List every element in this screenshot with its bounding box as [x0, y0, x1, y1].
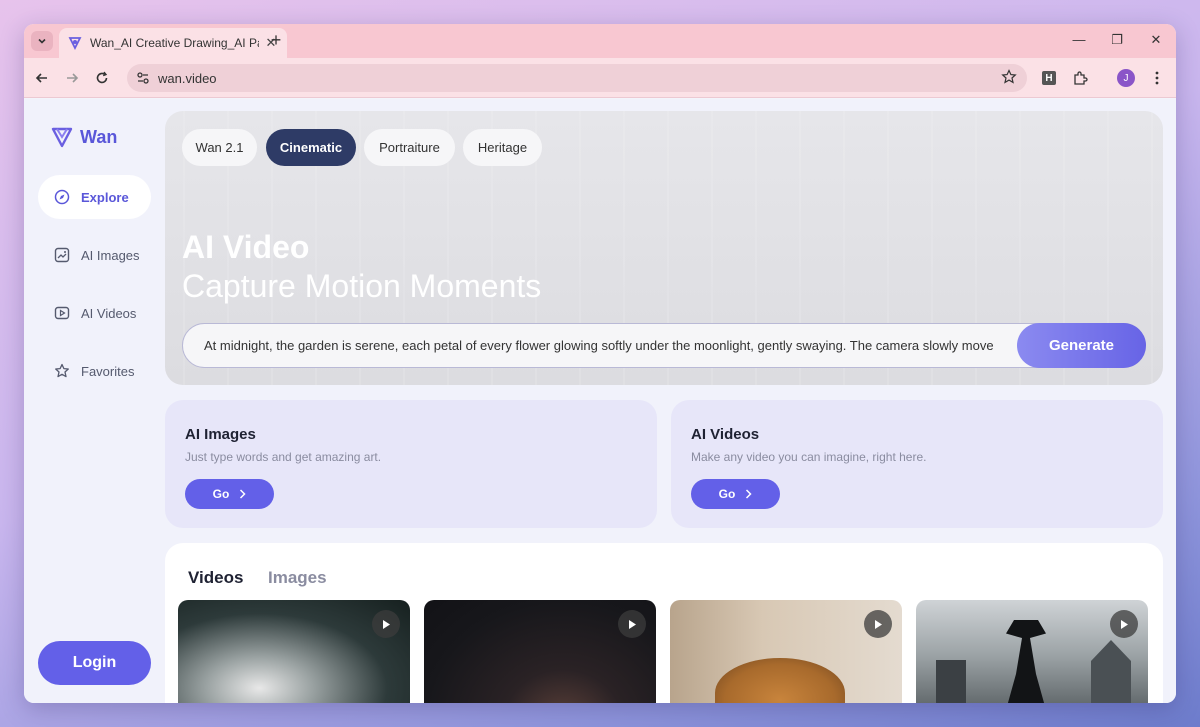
forward-button[interactable] — [62, 68, 82, 88]
avatar: J — [1117, 69, 1135, 87]
ai-videos-go-button[interactable]: Go — [691, 479, 780, 509]
sidebar-item-label: AI Videos — [81, 305, 137, 321]
url-text: wan.video — [158, 71, 217, 86]
generate-button[interactable]: Generate — [1017, 323, 1146, 368]
browser-menu-button[interactable] — [1148, 69, 1166, 87]
chevron-down-icon — [38, 38, 46, 44]
cat-shape — [715, 658, 845, 703]
video-thumbnail[interactable] — [424, 600, 656, 703]
sidebar-item-ai-images[interactable]: AI Images — [38, 233, 151, 277]
ai-images-go-button[interactable]: Go — [185, 479, 274, 509]
browser-window: Wan_AI Creative Drawing_AI Pa ✕ + — ❐ ✕ … — [24, 24, 1176, 703]
tab-images[interactable]: Images — [268, 568, 327, 588]
puzzle-icon — [1074, 71, 1088, 85]
site-settings-icon — [137, 72, 149, 84]
wan-logo-icon — [51, 127, 73, 148]
go-label: Go — [718, 487, 736, 501]
hero-title: AI Video — [182, 229, 310, 265]
sidebar-item-explore[interactable]: Explore — [38, 175, 151, 219]
prompt-input[interactable]: At midnight, the garden is serene, each … — [182, 323, 1146, 368]
tab-strip: Wan_AI Creative Drawing_AI Pa ✕ + — ❐ ✕ — [24, 24, 1176, 58]
sidebar-item-label: Favorites — [81, 363, 135, 379]
video-thumbnail[interactable] — [670, 600, 902, 703]
prompt-text: At midnight, the garden is serene, each … — [204, 338, 994, 353]
address-bar[interactable]: wan.video — [127, 64, 1027, 92]
page: Wan Explore AI Images AI Videos Favorite… — [24, 99, 1176, 703]
wan-logo-icon — [68, 37, 82, 51]
image-icon — [54, 247, 70, 263]
profile-button[interactable]: J — [1117, 69, 1135, 87]
arrow-right-icon — [67, 73, 79, 83]
sidebar-item-ai-videos[interactable]: AI Videos — [38, 291, 151, 335]
tab-search-button[interactable] — [31, 31, 53, 51]
brand-name: Wan — [80, 126, 118, 147]
back-button[interactable] — [32, 68, 52, 88]
chip-portraiture[interactable]: Portraiture — [364, 129, 455, 166]
video-thumbnail[interactable] — [178, 600, 410, 703]
more-vert-icon — [1155, 71, 1159, 85]
card-title: AI Images — [185, 426, 256, 443]
reload-button[interactable] — [92, 68, 112, 88]
card-title: AI Videos — [691, 426, 760, 443]
compass-icon — [54, 189, 70, 205]
close-window-icon[interactable]: ✕ — [1146, 32, 1166, 48]
browser-toolbar: wan.video H J — [24, 58, 1176, 98]
go-label: Go — [212, 487, 230, 501]
brand-logo[interactable]: Wan — [50, 125, 117, 149]
castle-spire-shape — [1091, 640, 1131, 703]
new-tab-button[interactable]: + — [266, 31, 286, 51]
extension-h-button[interactable]: H — [1040, 69, 1058, 87]
chevron-right-icon — [746, 489, 752, 499]
sidebar-item-label: Explore — [81, 189, 129, 205]
hero-banner: Wan 2.1 Cinematic Portraiture Heritage A… — [165, 111, 1163, 385]
play-icon[interactable] — [864, 610, 892, 638]
gallery-section: Videos Images — [165, 543, 1163, 703]
sidebar-item-label: AI Images — [81, 247, 140, 263]
card-description: Just type words and get amazing art. — [185, 450, 382, 464]
reload-icon — [96, 71, 108, 84]
bookmark-star-icon[interactable] — [1001, 69, 1017, 85]
play-icon[interactable] — [1110, 610, 1138, 638]
arrow-left-icon — [35, 73, 47, 83]
play-icon[interactable] — [618, 610, 646, 638]
chip-cinematic[interactable]: Cinematic — [266, 129, 356, 166]
tab-videos[interactable]: Videos — [188, 568, 243, 588]
chip-heritage[interactable]: Heritage — [463, 129, 542, 166]
video-icon — [54, 306, 70, 320]
ai-images-card: AI Images Just type words and get amazin… — [165, 400, 657, 528]
rider-silhouette — [1006, 620, 1046, 703]
restore-icon[interactable]: ❐ — [1107, 32, 1127, 48]
login-button[interactable]: Login — [38, 641, 151, 685]
minimize-icon[interactable]: — — [1069, 32, 1089, 47]
play-icon[interactable] — [372, 610, 400, 638]
card-description: Make any video you can imagine, right he… — [691, 450, 927, 464]
tab-title: Wan_AI Creative Drawing_AI Pa — [90, 36, 259, 50]
extension-h-icon: H — [1042, 71, 1056, 85]
sidebar: Wan Explore AI Images AI Videos Favorite… — [24, 99, 164, 703]
browser-tab[interactable]: Wan_AI Creative Drawing_AI Pa ✕ — [59, 28, 287, 58]
ai-videos-card: AI Videos Make any video you can imagine… — [671, 400, 1163, 528]
hero-subtitle: Capture Motion Moments — [182, 268, 542, 304]
castle-tower-shape — [936, 660, 966, 703]
chevron-right-icon — [240, 489, 246, 499]
star-icon — [55, 363, 69, 378]
extensions-button[interactable] — [1071, 69, 1089, 87]
sidebar-item-favorites[interactable]: Favorites — [38, 349, 151, 393]
video-thumbnail[interactable] — [916, 600, 1148, 703]
chip-wan-2-1[interactable]: Wan 2.1 — [182, 129, 257, 166]
